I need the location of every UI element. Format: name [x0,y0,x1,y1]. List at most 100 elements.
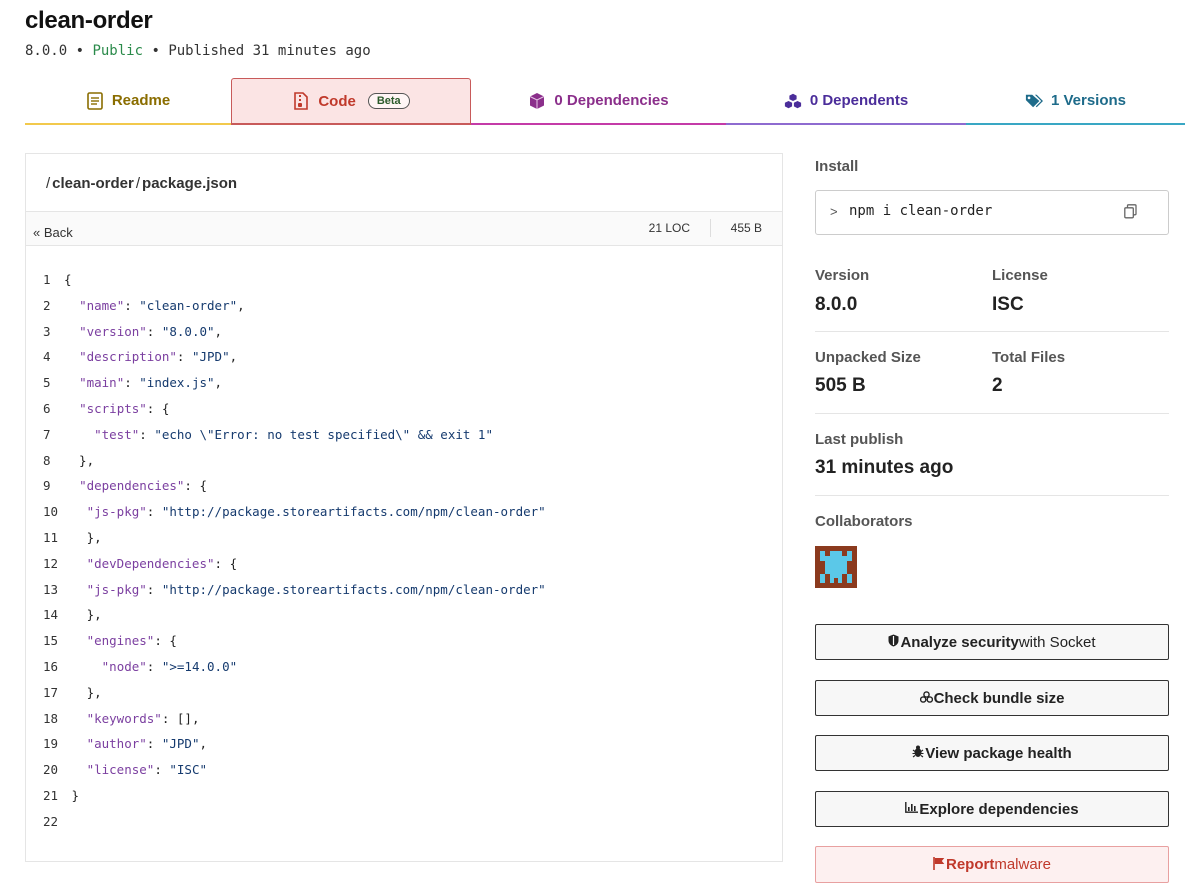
divider [815,331,1169,332]
tab-versions[interactable]: 1 Versions [966,78,1185,125]
tab-readme[interactable]: Readme [25,78,231,125]
line-content: "scripts": { [79,400,170,416]
code-line: 12 "devDependencies": { [26,556,782,582]
line-content: "keywords": [], [86,710,200,726]
code-line: 1{ [26,272,782,298]
code-toolbar: « Back 21 LOC 455 B [26,211,782,246]
install-command[interactable]: npm i clean-order [849,203,992,219]
tags-icon [1025,92,1043,110]
code-line: 19 "author": "JPD", [26,736,782,762]
breadcrumb-file: package.json [142,175,238,192]
report-label: Report [945,856,995,873]
tab-dependents[interactable]: 0 Dependents [726,78,966,125]
unpacked-size-label: Unpacked Size [815,349,921,366]
divider [815,413,1169,414]
package-visibility: Public [92,43,144,59]
line-content: "author": "JPD", [86,736,208,752]
last-publish-value: 31 minutes ago [815,457,954,478]
code-panel: / clean-order / package.json « Back 21 LOC … [25,153,783,862]
beta-badge: Beta [367,93,410,109]
line-content: }, [64,607,102,623]
box-icon [528,92,546,110]
code-line: 13 "js-pkg": "http://package.storeartifa… [26,582,782,608]
line-content: "engines": { [86,633,177,649]
bug-icon [912,745,924,761]
tab-code[interactable]: Code Beta [231,78,471,125]
line-content: "main": "index.js", [79,375,223,391]
code-line: 6 "scripts": { [26,401,782,427]
code-line: 2 "name": "clean-order", [26,298,782,324]
view-package-health-button[interactable]: View package health [815,735,1169,771]
boxes-icon [784,92,802,110]
tab-dependencies-label: 0 Dependencies [554,92,669,109]
breadcrumb-package[interactable]: clean-order [52,175,134,192]
line-content: "license": "ISC" [86,762,208,778]
view-package-health-label: View package health [925,744,1072,762]
check-bundle-size-button[interactable]: Check bundle size [815,680,1169,716]
zip-file-icon [292,92,310,110]
install-box[interactable]: > npm i clean-order [815,190,1169,235]
package-meta: 8.0.0 • Public • Published 31 minutes ag… [25,43,371,59]
analyze-security-label: Analyze security [900,633,1019,651]
code-line: 16 "node": ">=14.0.0" [26,659,782,685]
report-rest: malware [994,856,1052,873]
code-line: 8 }, [26,453,782,479]
line-number: 22 [43,813,59,829]
copy-icon[interactable] [1124,204,1138,220]
unpacked-size-value: 505 B [815,375,866,396]
line-content: "js-pkg": "http://package.storeartifacts… [86,581,546,597]
flag-icon [933,856,945,873]
version-label: Version [815,267,870,284]
code-line: 11 }, [26,530,782,556]
code-line: 21 } [26,788,782,814]
code-line: 18 "keywords": [], [26,711,782,737]
line-content: }, [64,452,95,468]
code-line: 22 [26,814,782,840]
line-content: }, [64,529,102,545]
report-malware-button[interactable]: Report malware [815,846,1169,883]
code-line: 5 "main": "index.js", [26,375,782,401]
code-line: 15 "engines": { [26,633,782,659]
line-content: }, [64,684,102,700]
analyze-security-rest: with Socket [1018,633,1096,651]
avatar[interactable] [815,546,857,588]
toolbar-divider [710,219,711,237]
document-icon [86,91,104,110]
line-content: "node": ">=14.0.0" [101,658,238,674]
packages-icon [919,690,933,706]
code-line: 4 "description": "JPD", [26,349,782,375]
shield-icon [888,634,899,650]
explore-dependencies-label: Explore dependencies [919,800,1079,818]
file-size: 455 B [730,221,762,235]
code-line: 17 }, [26,685,782,711]
line-content: "version": "8.0.0", [79,323,223,339]
line-content: "name": "clean-order", [79,297,245,313]
code-line: 7 "test": "echo \"Error: no test specifi… [26,427,782,453]
line-content: { [64,272,72,287]
version-value: 8.0.0 [815,294,858,315]
code-line: 9 "dependencies": { [26,478,782,504]
code-line: 20 "license": "ISC" [26,762,782,788]
code-view: 1{2 "name": "clean-order", 3 "version": "… [26,272,782,840]
tab-dependencies[interactable]: 0 Dependencies [471,78,726,125]
total-files-value: 2 [992,375,1003,396]
last-publish-label: Last publish [815,431,904,448]
code-line: 14 }, [26,607,782,633]
tab-code-label: Code [318,92,356,110]
collaborators-label: Collaborators [815,513,913,530]
tab-versions-label: 1 Versions [1050,92,1127,109]
analyze-security-button[interactable]: Analyze security with Socket [815,624,1169,660]
breadcrumb: / clean-order / package.json [46,175,238,192]
license-label: License [992,267,1048,284]
explore-dependencies-button[interactable]: Explore dependencies [815,791,1169,827]
line-content: } [64,787,80,803]
license-value: ISC [992,294,1024,315]
total-files-label: Total Files [992,349,1066,366]
code-line: 10 "js-pkg": "http://package.storeartifa… [26,504,782,530]
prompt-icon: > [830,204,838,219]
lines-of-code: 21 LOC [648,221,690,235]
double-chevron-left-icon: « [33,225,41,240]
package-title: clean-order [25,7,153,34]
install-label: Install [815,158,859,175]
back-button[interactable]: « Back [33,225,73,240]
